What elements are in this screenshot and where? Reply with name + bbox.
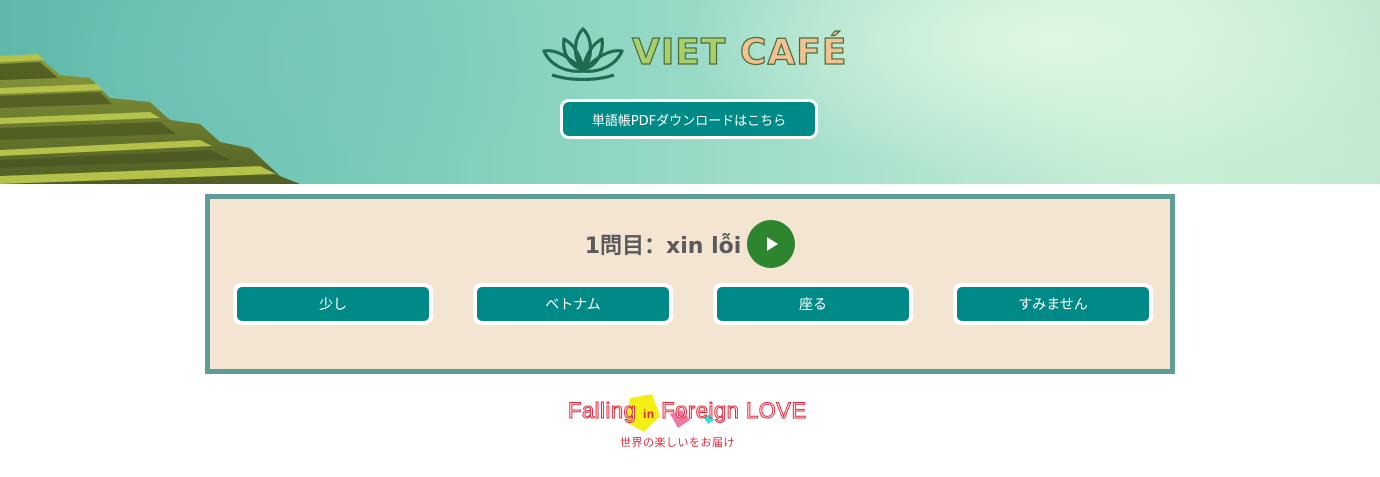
falling-in-foreign-love-logo[interactable]: Falling in Foreign LOVE 世界の楽しいをお届け bbox=[567, 392, 808, 454]
brand-wordmark: Falling in Foreign LOVE bbox=[567, 398, 807, 424]
play-audio-button[interactable] bbox=[747, 220, 796, 268]
logo-word-viet: VIET bbox=[631, 31, 727, 73]
brand-in: in bbox=[642, 407, 655, 421]
lotus-icon bbox=[542, 27, 624, 81]
header-banner: VIET CAFÉ 単語帳PDFダウンロードはこちら bbox=[0, 0, 1380, 184]
question-title: 1問目：xin lỗi bbox=[584, 234, 742, 259]
question-row: 1問目：xin lỗi bbox=[210, 219, 1170, 269]
brand-tagline: 世界の楽しいをお届け bbox=[620, 436, 735, 449]
quiz-panel: 1問目：xin lỗi 少し ベトナム 座る すみません bbox=[205, 194, 1175, 374]
answer-option-4[interactable]: すみません bbox=[953, 283, 1153, 325]
download-pdf-button[interactable]: 単語帳PDFダウンロードはこちら bbox=[560, 99, 818, 139]
brand-love: LOVE bbox=[745, 398, 807, 424]
viet-cafe-logo[interactable]: VIET CAFÉ bbox=[540, 22, 847, 82]
answer-option-1[interactable]: 少し bbox=[233, 283, 433, 325]
logo-word-cafe: CAFÉ bbox=[739, 31, 848, 73]
brand-foreign: Foreign bbox=[661, 398, 740, 424]
brand-falling: Falling bbox=[567, 398, 637, 424]
answer-option-2[interactable]: ベトナム bbox=[473, 283, 673, 325]
play-icon bbox=[767, 237, 779, 251]
rice-terrace-image bbox=[0, 54, 300, 184]
logo-text: VIET CAFÉ bbox=[631, 31, 848, 73]
answer-option-3[interactable]: 座る bbox=[713, 283, 913, 325]
